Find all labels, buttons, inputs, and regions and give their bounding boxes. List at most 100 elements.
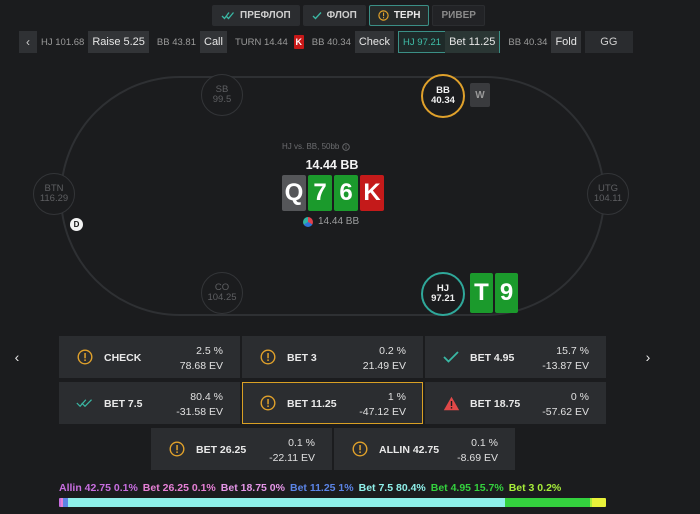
option-label: BET 4.95 [470,352,515,364]
legend-item: Bet 11.25 1% [289,482,354,494]
seat-stack: 97.21 [431,293,455,304]
option-ev: 78.68 EV [179,360,223,372]
strategy-option[interactable]: BET 26.25 0.1 % -22.11 EV [151,428,332,470]
tab-flop[interactable]: ФЛОП [302,5,366,26]
action-history: ‹ HJ 101.68 Raise 5.25 BB 43.81 Call TUR… [19,31,633,53]
history-item-current[interactable]: HJ 97.21 Bet 11.25 [398,31,501,53]
option-ev: 21.49 EV [362,360,406,372]
option-values: 0.1 % -8.69 EV [457,436,498,466]
check-double-icon [221,12,234,20]
option-ev: -31.58 EV [176,406,223,418]
strategy-option[interactable]: BET 18.75 0 % -57.62 EV [425,382,606,424]
history-position: BB 40.34 [508,36,548,48]
legend-item: Bet 26.25 0.1% [142,482,216,494]
check-icon [312,12,322,20]
pot-chips: 14.44 BB [303,216,359,227]
seat-sb[interactable]: SB 99.5 [201,74,243,116]
option-values: 0 % -57.62 EV [542,390,589,420]
board-card: Q [282,175,306,211]
hand-info: HJ vs. BB, 50bb [282,142,382,151]
check-icon [442,348,460,366]
history-item[interactable]: BB 40.34 Fold [504,31,581,53]
option-label: BET 11.25 [287,398,337,410]
tab-turn[interactable]: ТЕРН [368,5,430,26]
option-values: 0.1 % -22.11 EV [269,436,315,466]
gto-solver-screen: { "streets": [ {"label": "ПРЕФЛОП", "ico… [0,0,700,514]
tab-label: РИВЕР [441,10,476,21]
legend-item: Bet 4.95 15.7% [430,482,504,494]
option-label: BET 3 [287,352,317,364]
history-turn[interactable]: TURN 14.44 K [231,31,304,53]
option-ev: -47.12 EV [359,406,406,418]
info-circle-icon [259,394,277,412]
info-circle-icon [351,440,369,458]
option-values: 15.7 % -13.87 EV [542,344,589,374]
strategy-option[interactable]: ALLIN 42.75 0.1 % -8.69 EV [334,428,515,470]
distribution-bar [59,498,606,507]
seat-btn[interactable]: BTN 116.29 [33,173,75,215]
distribution-segment [592,498,606,507]
dealer-button: D [70,218,83,231]
legend-item: Bet 3 0.2% [508,482,562,494]
warning-icon [442,394,460,412]
strategy-option[interactable]: BET 7.5 80.4 % -31.58 EV [59,382,240,424]
chevron-left-icon[interactable]: ‹ [19,31,37,53]
option-freq: 15.7 % [556,345,589,357]
legend-item: Allin 42.75 0.1% [59,482,138,494]
option-values: 1 % -47.12 EV [359,390,406,420]
tab-preflop[interactable]: ПРЕФЛОП [212,5,300,26]
history-action: Fold [551,31,581,53]
option-values: 80.4 % -31.58 EV [176,390,223,420]
strategy-option[interactable]: BET 3 0.2 % 21.49 EV [242,336,423,378]
seat-co[interactable]: CO 104.25 [201,272,243,314]
history-position: BB 40.34 [311,36,351,48]
seat-hj[interactable]: HJ 97.21 [421,272,465,316]
history-gg[interactable]: GG [584,31,633,53]
option-values: 2.5 % 78.68 EV [180,344,223,374]
option-label: ALLIN 42.75 [379,444,440,456]
hand-info-text: HJ vs. BB, 50bb [282,142,340,151]
history-item[interactable]: HJ 101.68 Raise 5.25 [37,31,149,53]
seat-utg[interactable]: UTG 104.11 [587,173,629,215]
tab-label: ПРЕФЛОП [240,10,291,21]
seat-stack: 116.29 [39,193,69,204]
board-card: 7 [308,175,332,211]
w-badge: W [470,83,490,107]
chevron-right-icon[interactable]: › [641,348,655,366]
history-position: HJ 101.68 [41,36,85,48]
check-double-icon [76,394,94,412]
info-circle-icon [378,10,389,21]
option-freq: 1 % [387,391,406,403]
legend-item: Bet 7.5 80.4% [358,482,426,494]
info-circle-icon [259,348,277,366]
seat-stack: 40.34 [431,95,455,106]
history-item[interactable]: BB 43.81 Call [153,31,227,53]
seat-stack: 104.25 [207,292,237,303]
option-values: 0.2 % 21.49 EV [363,344,406,374]
board-card: K [360,175,384,211]
turn-card: K [293,35,304,49]
strategy-option[interactable]: BET 4.95 15.7 % -13.87 EV [425,336,606,378]
tab-label: ТЕРН [393,10,421,21]
history-action: Bet 11.25 [445,31,500,53]
seat-bb[interactable]: BB 40.34 [421,74,465,118]
distribution-segment [68,498,506,507]
option-label: BET 26.25 [196,444,247,456]
tab-river[interactable]: РИВЕР [432,5,485,26]
pot-size: 14.44 BB [305,158,359,172]
option-ev: -22.11 EV [269,452,315,464]
option-label: BET 7.5 [104,398,143,410]
strategy-option-selected[interactable]: BET 11.25 1 % -47.12 EV [242,382,423,424]
history-position: BB 43.81 [156,36,196,48]
strategy-option[interactable]: CHECK 2.5 % 78.68 EV [59,336,240,378]
info-circle-icon[interactable] [342,142,351,151]
chevron-left-icon[interactable]: ‹ [10,348,24,366]
history-item[interactable]: BB 40.34 Check [308,31,395,53]
history-action: Call [200,31,227,53]
option-freq: 0.2 % [379,345,406,357]
history-action: Raise 5.25 [88,31,149,53]
seat-stack: 99.5 [212,94,232,105]
distribution-legend: Allin 42.75 0.1% Bet 26.25 0.1% Bet 18.75 … [59,482,566,494]
option-freq: 0.1 % [471,437,498,449]
distribution-segment [505,498,591,507]
